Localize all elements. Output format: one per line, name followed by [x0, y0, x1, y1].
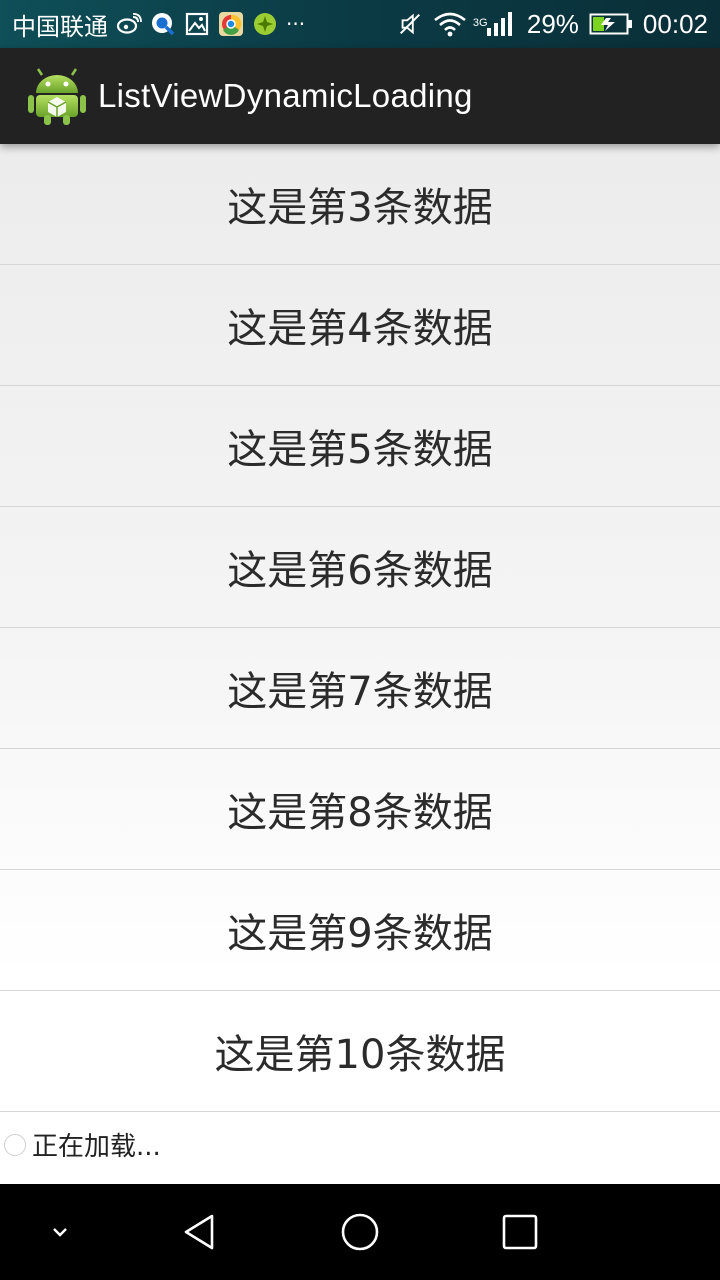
- home-button[interactable]: [320, 1184, 400, 1280]
- mute-icon: [397, 11, 423, 37]
- loading-footer: 正在加载...: [0, 1105, 720, 1184]
- list-item[interactable]: 这是第8条数据: [0, 749, 720, 870]
- list-item-text: 这是第3条数据: [227, 185, 493, 231]
- list-item[interactable]: 这是第6条数据: [0, 507, 720, 628]
- navigation-bar: [0, 1184, 720, 1280]
- recents-button[interactable]: [480, 1184, 560, 1280]
- collapse-icon: [53, 1228, 67, 1237]
- list-view[interactable]: 这是第3条数据 这是第4条数据 这是第5条数据 这是第6条数据 这是第7条数据 …: [0, 144, 720, 1184]
- battery-charging-icon: [589, 11, 633, 37]
- action-bar: ListViewDynamicLoading: [0, 48, 720, 144]
- gallery-icon: [184, 11, 210, 37]
- home-icon: [341, 1213, 379, 1251]
- list-item[interactable]: 这是第3条数据: [0, 144, 720, 265]
- android-icon[interactable]: [28, 67, 86, 125]
- status-bar: 中国联通 ··· 3G 29% 00:02: [0, 0, 720, 48]
- weibo-icon: [116, 11, 142, 37]
- app-title: ListViewDynamicLoading: [98, 77, 473, 114]
- q-browser-icon: [150, 11, 176, 37]
- list-item[interactable]: 这是第9条数据: [0, 870, 720, 991]
- status-bar-left: 中国联通 ···: [12, 0, 305, 48]
- list-item-text: 这是第9条数据: [227, 911, 493, 957]
- recents-icon: [502, 1214, 538, 1250]
- list-item-text: 这是第5条数据: [227, 427, 493, 473]
- back-button[interactable]: [160, 1184, 240, 1280]
- wifi-icon: [433, 11, 467, 37]
- battery-percent: 29%: [526, 8, 579, 39]
- signal-icon: 3G: [473, 11, 517, 37]
- list-item[interactable]: 这是第4条数据: [0, 265, 720, 386]
- carrier-label: 中国联通: [12, 12, 108, 41]
- loading-spinner-icon: [4, 1133, 26, 1156]
- collapse-button[interactable]: [30, 1184, 90, 1280]
- list-item-text: 这是第4条数据: [227, 306, 493, 352]
- chrome-icon: [218, 11, 244, 37]
- list-item-text: 这是第7条数据: [227, 669, 493, 715]
- more-notifications-indicator: ···: [286, 12, 306, 36]
- list-item[interactable]: 这是第5条数据: [0, 386, 720, 507]
- list-item[interactable]: 这是第7条数据: [0, 628, 720, 749]
- clock: 00:02: [642, 8, 708, 39]
- loading-text: 正在加载...: [32, 1132, 161, 1162]
- network-type-label: 3G: [472, 17, 488, 29]
- list-item-text: 这是第8条数据: [227, 790, 493, 836]
- list-item-text: 这是第6条数据: [227, 548, 493, 594]
- list-item[interactable]: 这是第10条数据: [0, 991, 720, 1112]
- list-item-text: 这是第10条数据: [214, 1032, 506, 1078]
- status-bar-right: 3G 29% 00:02: [397, 0, 708, 48]
- green-app-icon: [252, 11, 278, 37]
- back-icon: [184, 1214, 214, 1250]
